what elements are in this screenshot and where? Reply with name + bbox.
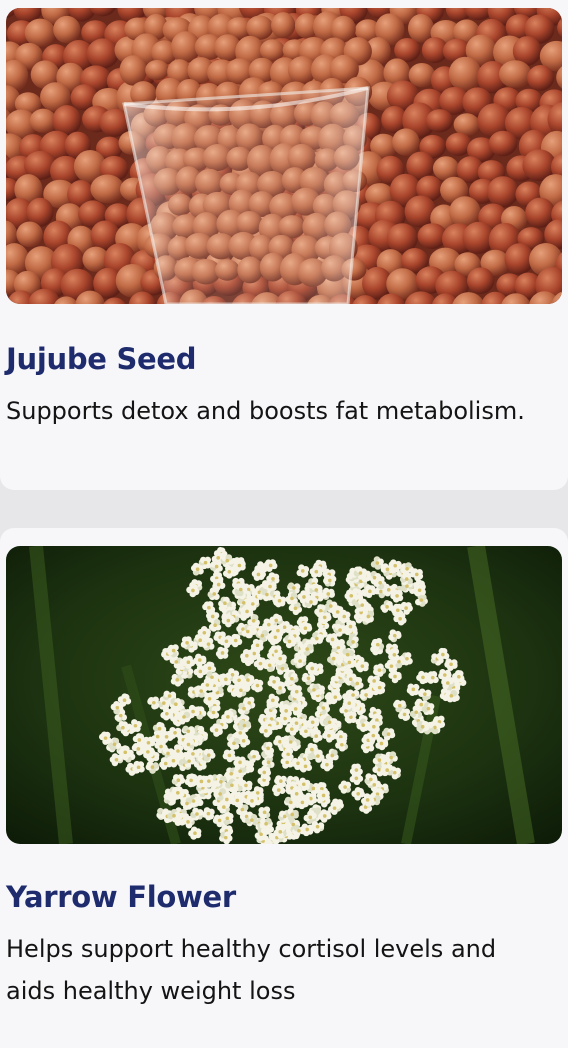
jujube-seed-image <box>6 8 562 304</box>
yarrow-flower-image <box>6 546 562 844</box>
ingredient-title: Yarrow Flower <box>6 880 236 914</box>
ingredient-description: Helps support healthy cortisol levels an… <box>6 928 551 1012</box>
jujube-seed-photo <box>6 8 562 304</box>
ingredient-card-yarrow-flower: Yarrow Flower Helps support healthy cort… <box>0 528 568 1048</box>
yarrow-flower-photo <box>6 546 562 844</box>
ingredient-title: Jujube Seed <box>6 342 196 376</box>
ingredient-card-jujube-seed: Jujube Seed Supports detox and boosts fa… <box>0 0 568 490</box>
ingredient-description: Supports detox and boosts fat metabolism… <box>6 390 551 432</box>
